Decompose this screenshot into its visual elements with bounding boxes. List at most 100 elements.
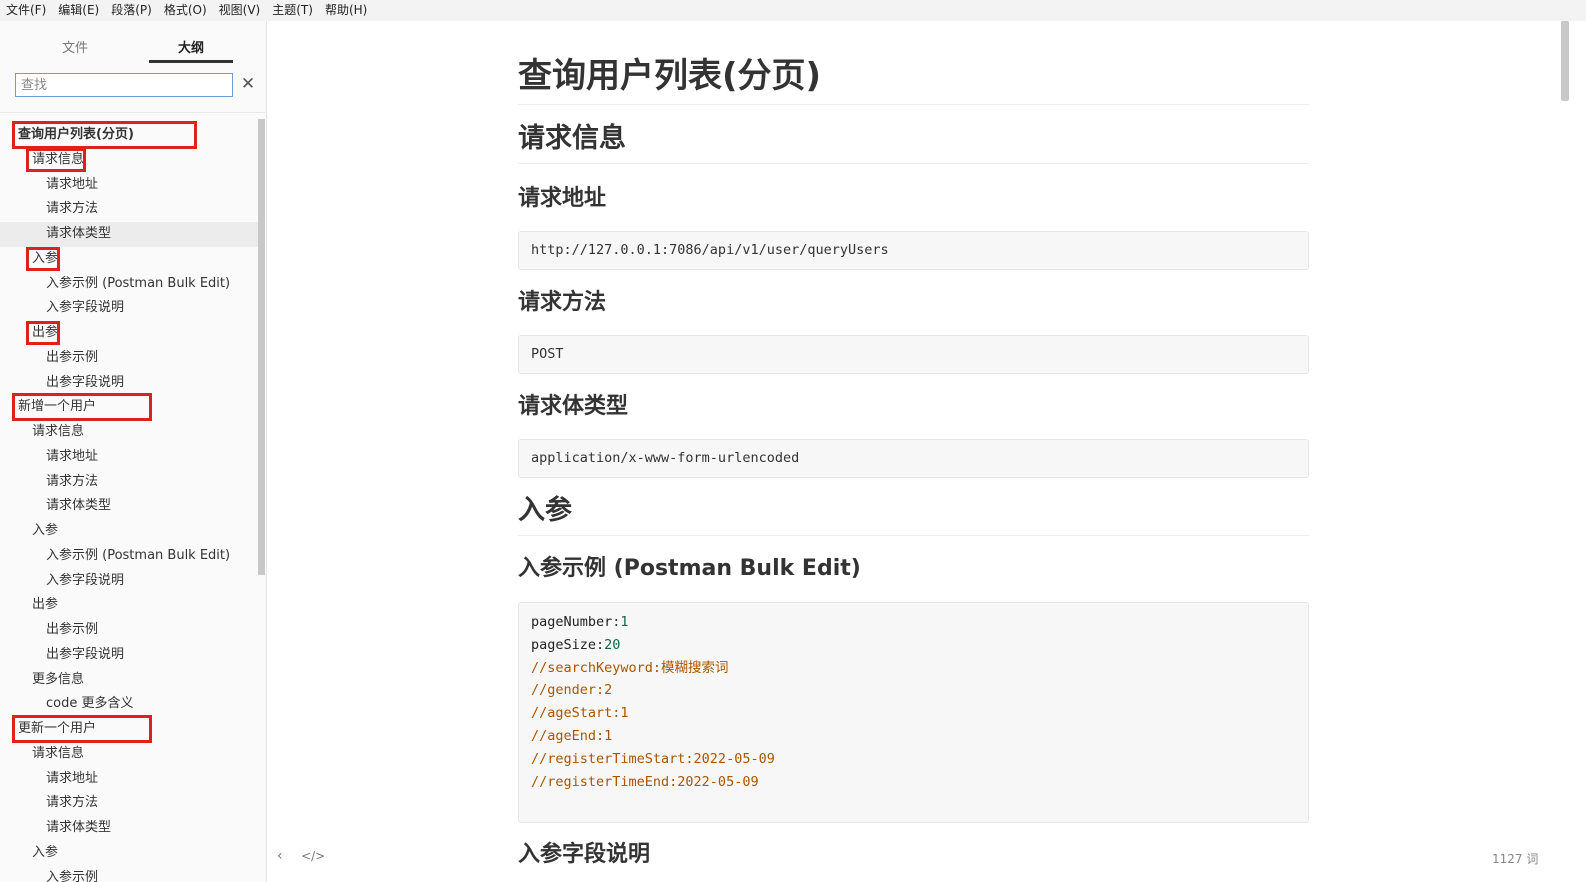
code-line: //gender:2	[531, 679, 1296, 702]
search-input[interactable]	[15, 73, 233, 97]
outline-item[interactable]: 入参	[0, 841, 258, 866]
code-request-method[interactable]: POST	[518, 335, 1309, 374]
outline-item-label: 入参	[32, 250, 59, 266]
menu-edit[interactable]: 编辑(E)	[52, 0, 105, 21]
code-comment: //ageEnd:1	[531, 727, 613, 744]
outline-item-label: 入参示例 (Postman Bulk Edit)	[46, 547, 231, 563]
outline-item[interactable]: 请求信息	[0, 742, 258, 767]
sidebar: 文件 大纲 ✕ 查询用户列表(分页)请求信息请求地址请求方法请求体类型入参入参示…	[0, 21, 267, 882]
menu-help[interactable]: 帮助(H)	[319, 0, 373, 21]
sidebar-tabs: 文件 大纲	[0, 21, 266, 65]
outline-item-label: 出参	[32, 597, 59, 613]
outline-item-label: 更新一个用户	[18, 721, 97, 736]
outline-item-label: 入参字段说明	[46, 300, 125, 316]
outline-item[interactable]: 请求体类型	[0, 816, 258, 841]
outline-item-label: 出参字段说明	[46, 646, 125, 662]
outline-item-label: 请求地址	[46, 176, 99, 192]
outline-item[interactable]: 出参示例	[0, 618, 258, 643]
outline-item[interactable]: 更多信息	[0, 668, 258, 693]
outline-item-label: code 更多含义	[46, 696, 134, 712]
outline-item-label: 请求体类型	[46, 498, 112, 514]
menu-view[interactable]: 视图(V)	[213, 0, 267, 21]
outline-item[interactable]: 入参字段说明	[0, 569, 258, 594]
code-comment: //searchKeyword:模糊搜索词	[531, 659, 729, 676]
code-value: 1	[620, 614, 629, 630]
close-icon[interactable]: ✕	[240, 74, 256, 94]
word-count[interactable]: 1127 词	[1492, 850, 1538, 867]
menu-file[interactable]: 文件(F)	[0, 0, 52, 21]
outline-item-label: 请求方法	[46, 201, 99, 217]
outline-item[interactable]: 请求地址	[0, 445, 258, 470]
outline-item-label: 请求地址	[46, 448, 99, 464]
code-line: pageNumber:1	[531, 611, 1296, 634]
outline-item[interactable]: code 更多含义	[0, 692, 258, 717]
outline-item[interactable]: 出参	[0, 593, 258, 618]
outline-item[interactable]: 入参示例 (Postman Bulk Edit)	[0, 272, 258, 297]
menu-theme[interactable]: 主题(T)	[266, 0, 319, 21]
heading-params-example[interactable]: 入参示例 (Postman Bulk Edit)	[518, 554, 861, 584]
heading-params[interactable]: 入参	[518, 493, 1309, 536]
heading-body-type[interactable]: 请求体类型	[518, 392, 628, 422]
outline-item-label: 请求信息	[32, 424, 85, 439]
active-tab-indicator	[149, 60, 233, 63]
outline-item-label: 请求体类型	[46, 820, 112, 835]
divider	[0, 112, 266, 113]
outline-item-label: 请求方法	[46, 473, 99, 489]
outline-item[interactable]: 请求信息	[0, 147, 258, 173]
code-comment: //ageStart:1	[531, 705, 629, 722]
outline-item[interactable]: 新增一个用户	[0, 393, 258, 422]
code-line: pageSize:20	[531, 634, 1296, 657]
outline-item[interactable]: 查询用户列表(分页)	[0, 121, 258, 149]
outline-item[interactable]: 出参字段说明	[0, 371, 258, 396]
heading-request-info[interactable]: 请求信息	[518, 121, 1309, 164]
outline-item[interactable]: 更新一个用户	[0, 715, 258, 743]
menu-paragraph[interactable]: 段落(P)	[105, 0, 158, 21]
search-box	[15, 73, 233, 97]
outline-item[interactable]: 入参	[0, 246, 258, 272]
outline-item[interactable]: 出参示例	[0, 346, 258, 371]
outline-item[interactable]: 出参	[0, 321, 258, 346]
outline-item[interactable]: 入参	[0, 519, 258, 544]
code-line: //searchKeyword:模糊搜索词	[531, 657, 1296, 680]
outline-item-label: 出参示例	[46, 349, 99, 365]
outline-item-label: 出参示例	[46, 622, 99, 637]
code-comment: //registerTimeEnd:2022-05-09	[531, 773, 759, 790]
code-value: 20	[604, 636, 621, 653]
outline-item-label: 请求信息	[32, 151, 85, 167]
code-params-example[interactable]: pageNumber:1 pageSize:20//searchKeyword:模…	[518, 602, 1309, 823]
menu-format[interactable]: 格式(O)	[158, 0, 213, 21]
outline-item-label: 请求信息	[32, 745, 85, 761]
outline-item-label: 更多信息	[32, 671, 85, 687]
heading-request-url[interactable]: 请求地址	[518, 184, 606, 214]
outline-item[interactable]: 请求体类型	[0, 222, 258, 247]
outline-item[interactable]: 请求地址	[0, 173, 258, 198]
outline-item[interactable]: 请求信息	[0, 420, 258, 445]
outline-item[interactable]: 请求地址	[0, 767, 258, 792]
outline-item[interactable]: 请求体类型	[0, 494, 258, 519]
outline-item[interactable]: 请求方法	[0, 791, 258, 816]
outline-item[interactable]: 入参示例 (Postman Bulk Edit)	[0, 544, 258, 569]
code-comment: //registerTimeStart:2022-05-09	[531, 750, 775, 767]
code-key: pageNumber	[531, 614, 613, 630]
doc-title[interactable]: 查询用户列表(分页)	[518, 54, 1309, 105]
tab-files[interactable]: 文件	[33, 37, 117, 56]
outline-tree: 查询用户列表(分页) 请求信息 请求地址 请求方法 请求体类型 入参 入参示例 (Postm…	[0, 121, 258, 882]
outline-item[interactable]: 入参字段说明	[0, 296, 258, 321]
outline-item[interactable]: 出参字段说明	[0, 643, 258, 668]
outline-item[interactable]: 入参示例	[0, 866, 258, 882]
heading-request-method[interactable]: 请求方法	[518, 288, 606, 318]
code-line: //ageStart:1	[531, 702, 1296, 725]
sidebar-scrollbar[interactable]	[258, 119, 265, 575]
outline-item-label: 查询用户列表(分页)	[18, 127, 134, 142]
code-separator: :	[596, 636, 605, 653]
outline-item[interactable]: 请求方法	[0, 197, 258, 222]
editor-scrollbar[interactable]	[1561, 21, 1569, 101]
code-body-type[interactable]: application/x-www-form-urlencoded	[518, 439, 1309, 478]
outline-item-label: 入参	[32, 523, 59, 538]
code-request-url[interactable]: http://127.0.0.1:7086/api/v1/user/queryU…	[518, 231, 1309, 270]
outline-item[interactable]: 请求方法	[0, 470, 258, 495]
code-key: pageSize	[531, 636, 597, 653]
code-line: //registerTimeStart:2022-05-09	[531, 748, 1296, 771]
heading-params-fields[interactable]: 入参字段说明	[518, 840, 650, 870]
tab-outline[interactable]: 大纲	[149, 37, 233, 56]
